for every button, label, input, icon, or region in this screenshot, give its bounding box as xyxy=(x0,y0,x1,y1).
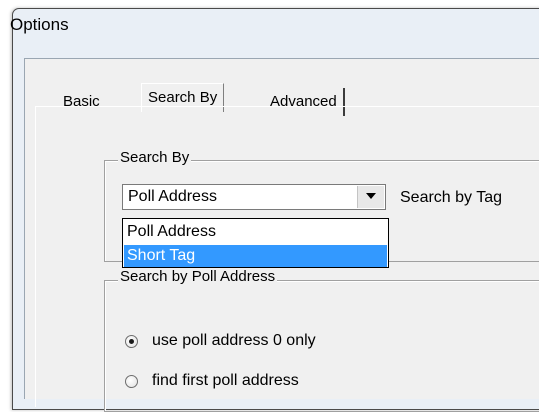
search-by-dropdown-list[interactable]: Poll Address Short Tag xyxy=(122,218,389,268)
dropdown-option-poll-address[interactable]: Poll Address xyxy=(124,221,387,243)
radio-find-first-poll-address[interactable] xyxy=(125,375,138,388)
search-by-tag-label: Search by Tag xyxy=(400,189,502,206)
combo-dropdown-button[interactable] xyxy=(357,186,384,208)
chevron-down-icon xyxy=(366,193,376,199)
combo-selected-value: Poll Address xyxy=(128,188,217,205)
poll-address-group-label: Search by Poll Address xyxy=(118,268,278,285)
dropdown-option-short-tag[interactable]: Short Tag xyxy=(124,245,387,267)
radio-label-find-first-poll-address: find first poll address xyxy=(152,372,299,389)
search-by-combobox[interactable]: Poll Address xyxy=(122,184,386,210)
radio-use-poll-address-0[interactable] xyxy=(125,335,138,348)
radio-dot-icon xyxy=(129,339,134,344)
search-by-group-label: Search By xyxy=(118,149,192,166)
dialog-title: Options xyxy=(10,15,69,34)
radio-label-use-poll-address-0: use poll address 0 only xyxy=(152,332,316,349)
